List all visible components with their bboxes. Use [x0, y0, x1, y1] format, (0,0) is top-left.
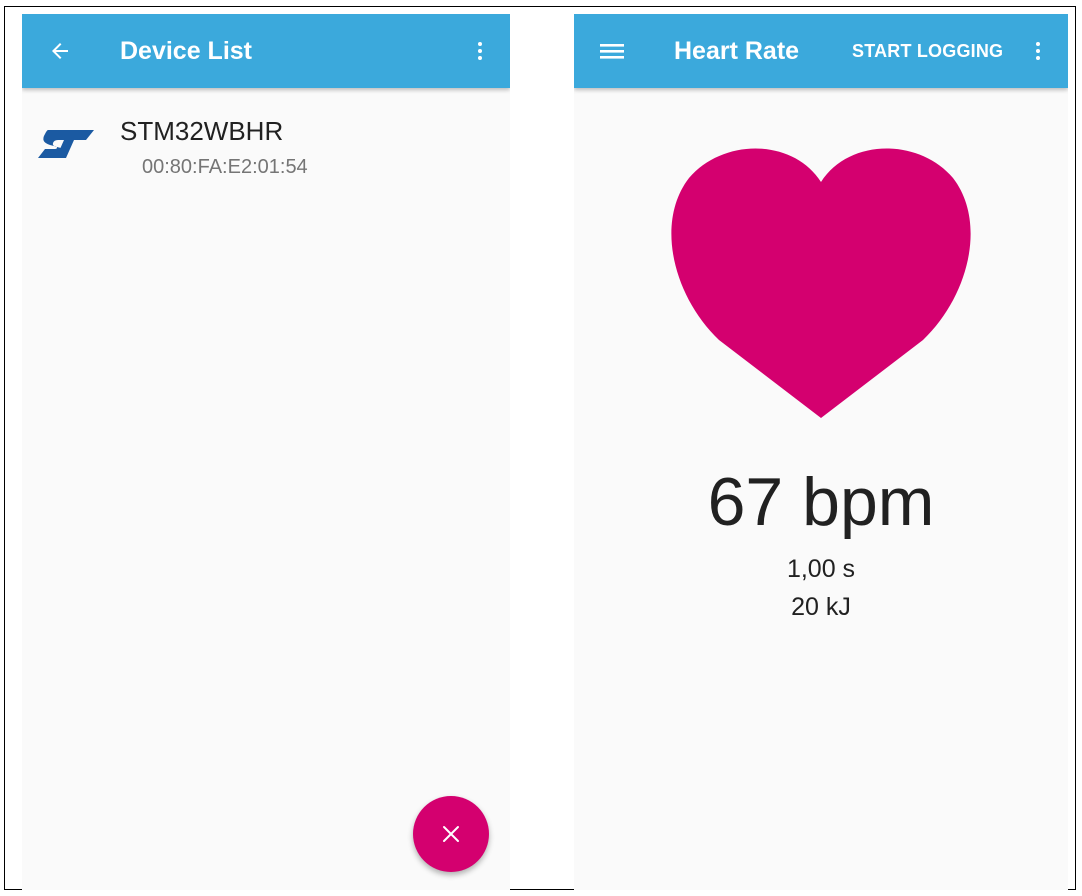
arrow-back-icon: [52, 43, 68, 59]
more-vert-icon: [478, 42, 482, 60]
overflow-menu-button[interactable]: [456, 27, 504, 75]
start-logging-button[interactable]: START LOGGING: [852, 40, 1003, 62]
page-title: Heart Rate: [674, 37, 800, 65]
heart-rate-value: 67 bpm: [707, 464, 935, 540]
device-name: STM32WBHR: [120, 116, 284, 146]
heart-icon: [671, 148, 971, 419]
device-address: 00:80:FA:E2:01:54: [142, 156, 308, 178]
nav-drawer-button[interactable]: [588, 27, 636, 75]
hamburger-menu-icon: [600, 44, 624, 59]
device-list-screen: Device List STM32WBHR 00:80:FA:E2:01:54: [22, 14, 510, 890]
heart-rate-screen: Heart Rate START LOGGING 67 bpm 1,00 s 2…: [574, 14, 1068, 890]
back-button[interactable]: [36, 27, 84, 75]
st-logo-icon: [38, 130, 94, 158]
close-icon: [443, 826, 459, 842]
more-vert-icon: [1036, 42, 1040, 60]
overflow-menu-button[interactable]: [1014, 27, 1062, 75]
page-title: Device List: [120, 37, 253, 65]
rr-interval-value: 1,00 s: [786, 555, 856, 583]
heart-rate-appbar: Heart Rate START LOGGING: [574, 14, 1068, 88]
stop-scan-fab[interactable]: [413, 796, 489, 872]
device-list-appbar: Device List: [22, 14, 510, 88]
device-list-item[interactable]: STM32WBHR 00:80:FA:E2:01:54: [22, 98, 510, 190]
energy-expended-value: 20 kJ: [791, 593, 851, 621]
